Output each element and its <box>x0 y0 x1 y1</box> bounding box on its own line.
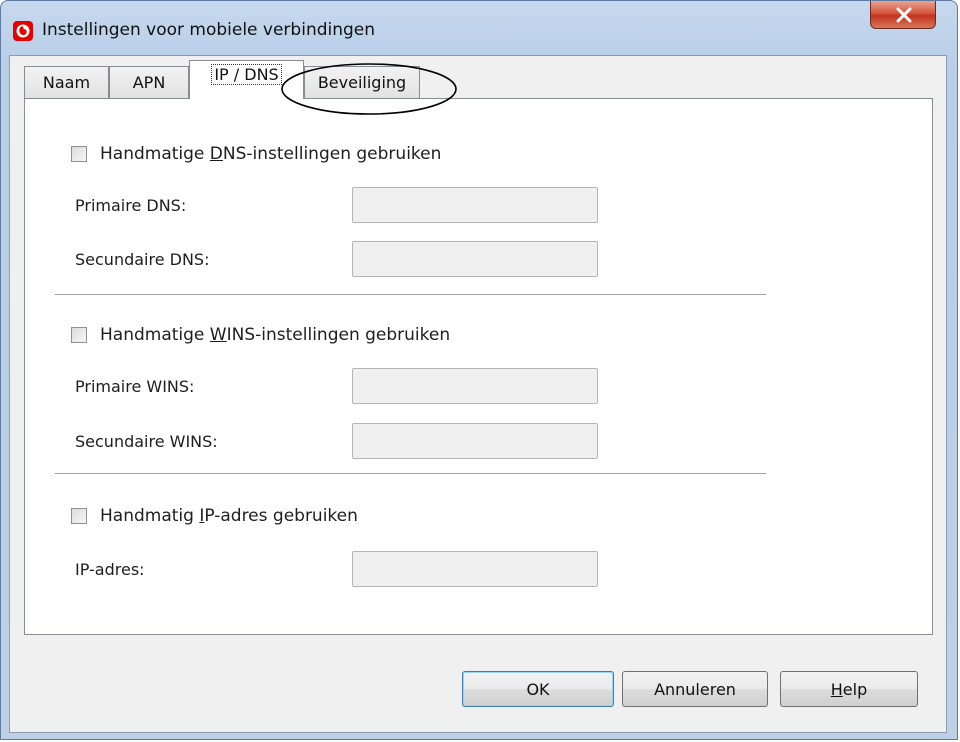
primary-wins-label: Primaire WINS: <box>75 377 195 396</box>
separator <box>55 294 766 295</box>
secondary-dns-label: Secundaire DNS: <box>75 250 210 269</box>
help-label-rest: elp <box>842 679 868 699</box>
tab-label: APN <box>132 73 166 92</box>
cancel-button[interactable]: Annuleren <box>622 671 768 707</box>
dialog-client-area: Naam APN IP / DNS Beveiliging Handmatige… <box>9 55 947 733</box>
help-accesskey: H <box>830 679 843 699</box>
tab-label: Beveiliging <box>317 73 407 92</box>
vodafone-logo-icon <box>13 21 33 41</box>
primary-dns-label: Primaire DNS: <box>75 196 187 215</box>
ip-manual-checkbox[interactable] <box>71 508 87 524</box>
primary-dns-input[interactable] <box>352 187 598 223</box>
close-button[interactable] <box>870 1 936 29</box>
dns-manual-checkbox[interactable] <box>71 146 87 162</box>
tab-beveiliging[interactable]: Beveiliging <box>304 66 420 98</box>
tab-panel-ip-dns: Handmatige DNS-instellingen gebruiken Pr… <box>24 98 933 635</box>
ip-manual-row[interactable]: Handmatig IP-adres gebruiken <box>71 506 358 526</box>
ip-address-input[interactable] <box>352 551 598 587</box>
ip-manual-label: Handmatig IP-adres gebruiken <box>100 506 358 526</box>
secondary-wins-label: Secundaire WINS: <box>75 432 218 451</box>
help-button[interactable]: Help <box>780 671 918 707</box>
title-bar[interactable]: Instellingen voor mobiele verbindingen <box>1 1 957 55</box>
ok-button[interactable]: OK <box>462 671 614 707</box>
wins-manual-checkbox[interactable] <box>71 327 87 343</box>
primary-wins-input[interactable] <box>352 368 598 404</box>
ip-address-label: IP-adres: <box>75 560 145 579</box>
tab-ip-dns[interactable]: IP / DNS <box>189 60 304 99</box>
close-icon <box>896 7 912 23</box>
tab-naam[interactable]: Naam <box>24 66 109 98</box>
separator <box>55 473 766 474</box>
dns-manual-row[interactable]: Handmatige DNS-instellingen gebruiken <box>71 144 441 164</box>
tab-label: Naam <box>42 73 91 92</box>
window-title: Instellingen voor mobiele verbindingen <box>42 20 376 40</box>
tab-apn[interactable]: APN <box>109 66 189 98</box>
tab-label: IP / DNS <box>211 64 282 85</box>
secondary-wins-input[interactable] <box>352 423 598 459</box>
secondary-dns-input[interactable] <box>352 241 598 277</box>
wins-manual-label: Handmatige WINS-instellingen gebruiken <box>100 325 451 345</box>
dialog-window: Instellingen voor mobiele verbindingen N… <box>0 0 958 740</box>
wins-manual-row[interactable]: Handmatige WINS-instellingen gebruiken <box>71 325 450 345</box>
dns-manual-label: Handmatige DNS-instellingen gebruiken <box>100 144 442 164</box>
